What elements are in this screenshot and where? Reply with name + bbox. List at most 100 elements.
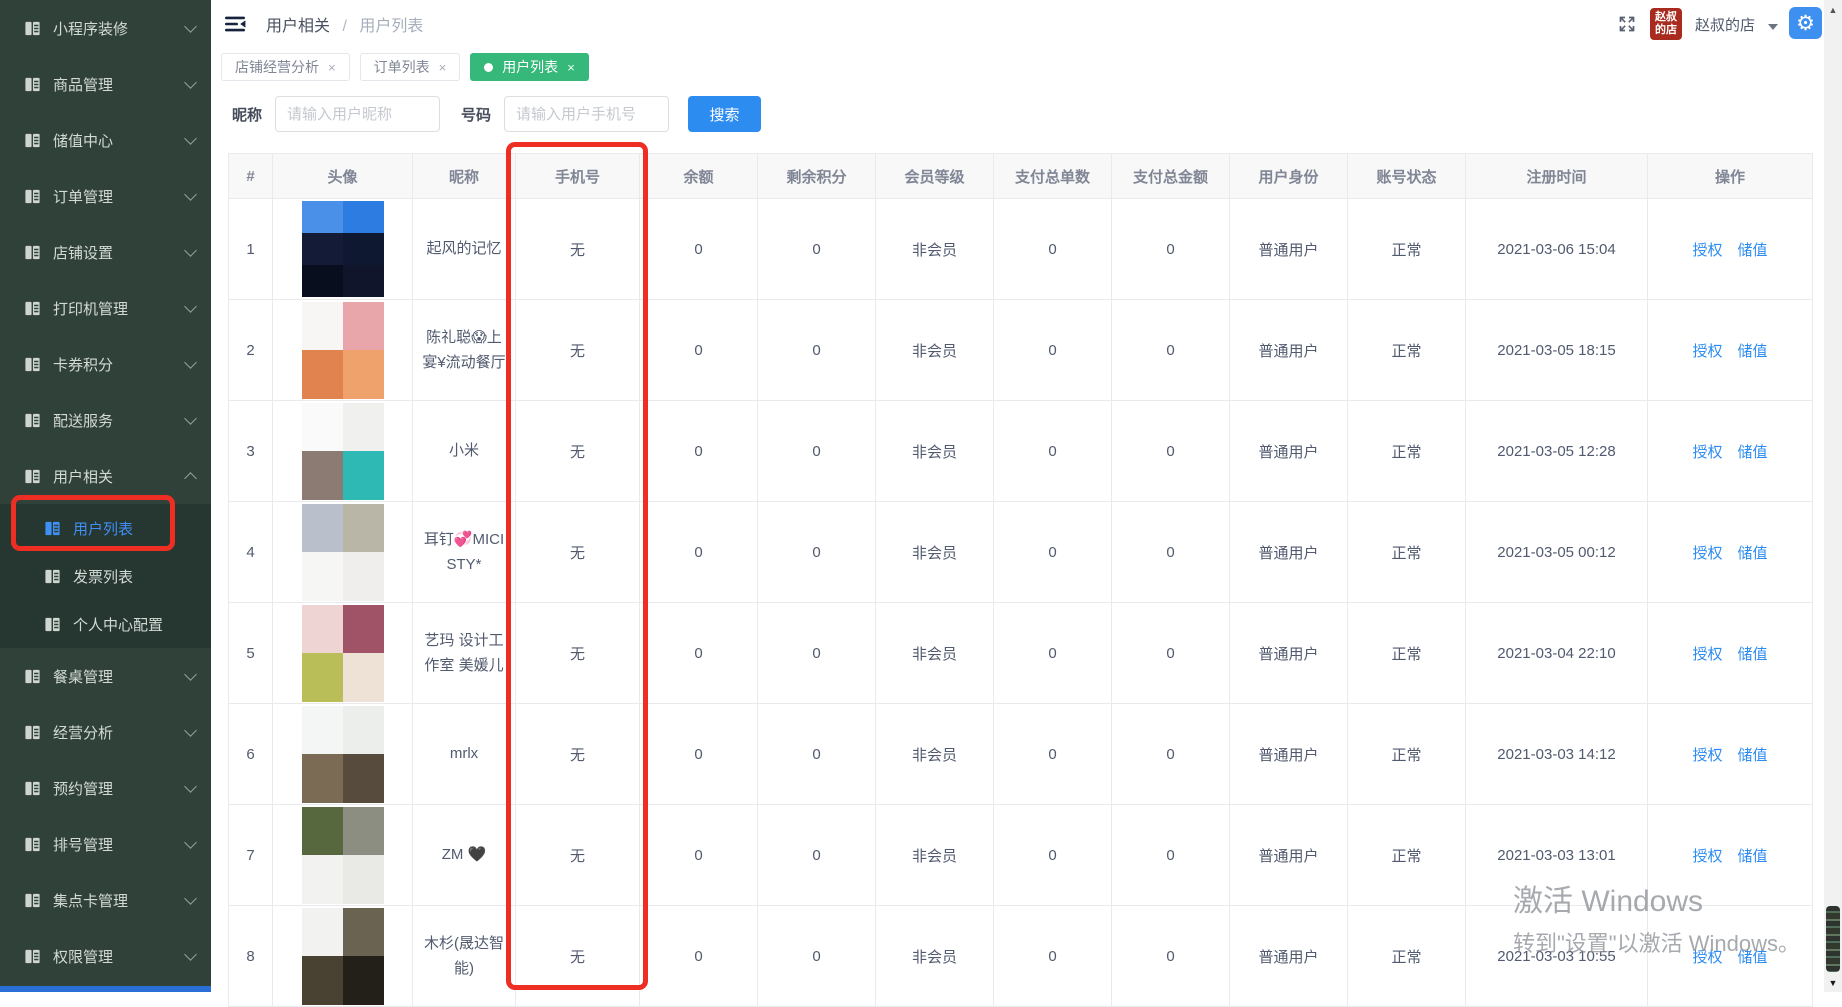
user-phone: 无 [516,199,640,300]
user-nickname: 木杉(晟达智能) [413,906,516,1007]
sidebar-item[interactable]: 商品管理 [0,56,211,112]
phone-input[interactable] [504,96,669,132]
shop-name[interactable]: 赵叔的店 [1695,14,1755,35]
topbar: 用户相关 / 用户列表 赵叔 的店 赵叔的店 ⚙ [211,0,1842,48]
authorize-link[interactable]: 授权 [1692,242,1722,259]
user-pay-amount: 0 [1112,603,1230,704]
menu-book-icon [24,20,41,37]
user-phone: 无 [516,906,640,1007]
user-nickname: 艺玛 设计工作室 美媛儿 [413,603,516,704]
row-actions: 授权储值 [1648,603,1813,704]
sidebar-item[interactable]: 集点卡管理 [0,872,211,928]
menu-book-icon [24,300,41,317]
user-identity: 普通用户 [1230,805,1348,906]
sidebar-item[interactable]: 打印机管理 [0,280,211,336]
user-identity: 普通用户 [1230,502,1348,603]
recharge-link[interactable]: 储值 [1738,646,1768,663]
authorize-link[interactable]: 授权 [1692,646,1722,663]
authorize-link[interactable]: 授权 [1692,444,1722,461]
recharge-link[interactable]: 储值 [1738,949,1768,966]
chevron-down-icon [184,836,197,849]
recharge-link[interactable]: 储值 [1738,444,1768,461]
menu-book-icon [44,616,61,633]
column-header: 用户身份 [1230,154,1348,199]
sidebar-item[interactable]: 经营分析 [0,704,211,760]
user-nickname: ZM 🖤 [413,805,516,906]
tab[interactable]: 店铺经营分析 × [221,53,350,81]
breadcrumb-parent[interactable]: 用户相关 [266,18,330,35]
tab-close-icon[interactable]: × [567,60,575,75]
nickname-input[interactable] [275,96,440,132]
recharge-link[interactable]: 储值 [1738,343,1768,360]
chevron-down-icon [184,300,197,313]
tab[interactable]: 订单列表× [360,53,461,81]
menu-book-icon [44,568,61,585]
scrollbar-thumb[interactable] [1826,906,1840,972]
user-pay-amount: 0 [1112,704,1230,805]
menu-fold-icon[interactable] [224,14,246,34]
tab-close-icon[interactable]: × [328,60,336,75]
sidebar-item-label: 储值中心 [53,130,186,151]
user-status: 正常 [1348,704,1466,805]
column-header: 操作 [1648,154,1813,199]
authorize-link[interactable]: 授权 [1692,747,1722,764]
user-balance: 0 [640,906,758,1007]
menu-book-icon [24,468,41,485]
chevron-down-icon[interactable] [1768,24,1778,30]
sidebar-item[interactable]: 储值中心 [0,112,211,168]
user-level: 非会员 [876,805,994,906]
scrollbar-up-icon[interactable]: ▲ [1824,5,1842,15]
sidebar-item[interactable]: 订单管理 [0,168,211,224]
sidebar-item[interactable]: 用户相关 [0,448,211,504]
sidebar-item[interactable]: 小程序装修 [0,0,211,56]
chevron-up-icon [184,472,197,485]
column-header: 注册时间 [1466,154,1648,199]
menu-book-icon [24,356,41,373]
scrollbar-down-icon[interactable]: ▼ [1824,978,1842,988]
user-status: 正常 [1348,603,1466,704]
phone-label: 号码 [461,104,491,125]
authorize-link[interactable]: 授权 [1692,545,1722,562]
user-avatar-cell [273,906,413,1007]
sidebar-item[interactable]: 预约管理 [0,760,211,816]
user-status: 正常 [1348,906,1466,1007]
sidebar-item[interactable]: 店铺设置 [0,224,211,280]
user-identity: 普通用户 [1230,199,1348,300]
sidebar-item[interactable]: 卡券积分 [0,336,211,392]
chevron-down-icon [184,948,197,961]
recharge-link[interactable]: 储值 [1738,747,1768,764]
user-pay-orders: 0 [994,906,1112,1007]
search-button[interactable]: 搜索 [688,96,761,132]
sidebar-item-label: 商品管理 [53,74,186,95]
user-identity: 普通用户 [1230,603,1348,704]
shop-avatar[interactable]: 赵叔 的店 [1650,8,1682,40]
row-index: 2 [229,300,273,401]
sidebar-item[interactable]: 权限管理 [0,928,211,984]
sidebar-subitem-label: 用户列表 [73,518,133,539]
authorize-link[interactable]: 授权 [1692,949,1722,966]
tab[interactable]: 用户列表× [470,53,589,81]
sidebar-item-label: 配送服务 [53,410,186,431]
row-actions: 授权储值 [1648,805,1813,906]
table-row: 7ZM 🖤无00非会员00普通用户正常2021-03-03 13:01授权储值 [229,805,1813,906]
settings-button[interactable]: ⚙ [1789,7,1822,39]
tab-label: 店铺经营分析 [235,57,319,77]
recharge-link[interactable]: 储值 [1738,545,1768,562]
shop-avatar-text-top: 赵叔 [1655,11,1677,24]
recharge-link[interactable]: 储值 [1738,848,1768,865]
user-balance: 0 [640,401,758,502]
tab-close-icon[interactable]: × [439,60,447,75]
sidebar-subitem[interactable]: 用户列表 [0,504,211,552]
recharge-link[interactable]: 储值 [1738,242,1768,259]
authorize-link[interactable]: 授权 [1692,343,1722,360]
fullscreen-icon[interactable] [1617,14,1637,34]
vertical-scrollbar[interactable]: ▲ ▼ [1824,0,1842,992]
authorize-link[interactable]: 授权 [1692,848,1722,865]
sidebar-subitem[interactable]: 个人中心配置 [0,600,211,648]
row-index: 3 [229,401,273,502]
sidebar-item[interactable]: 配送服务 [0,392,211,448]
sidebar-subitem[interactable]: 发票列表 [0,552,211,600]
sidebar-item[interactable]: 排号管理 [0,816,211,872]
user-level: 非会员 [876,300,994,401]
sidebar-item[interactable]: 餐桌管理 [0,648,211,704]
